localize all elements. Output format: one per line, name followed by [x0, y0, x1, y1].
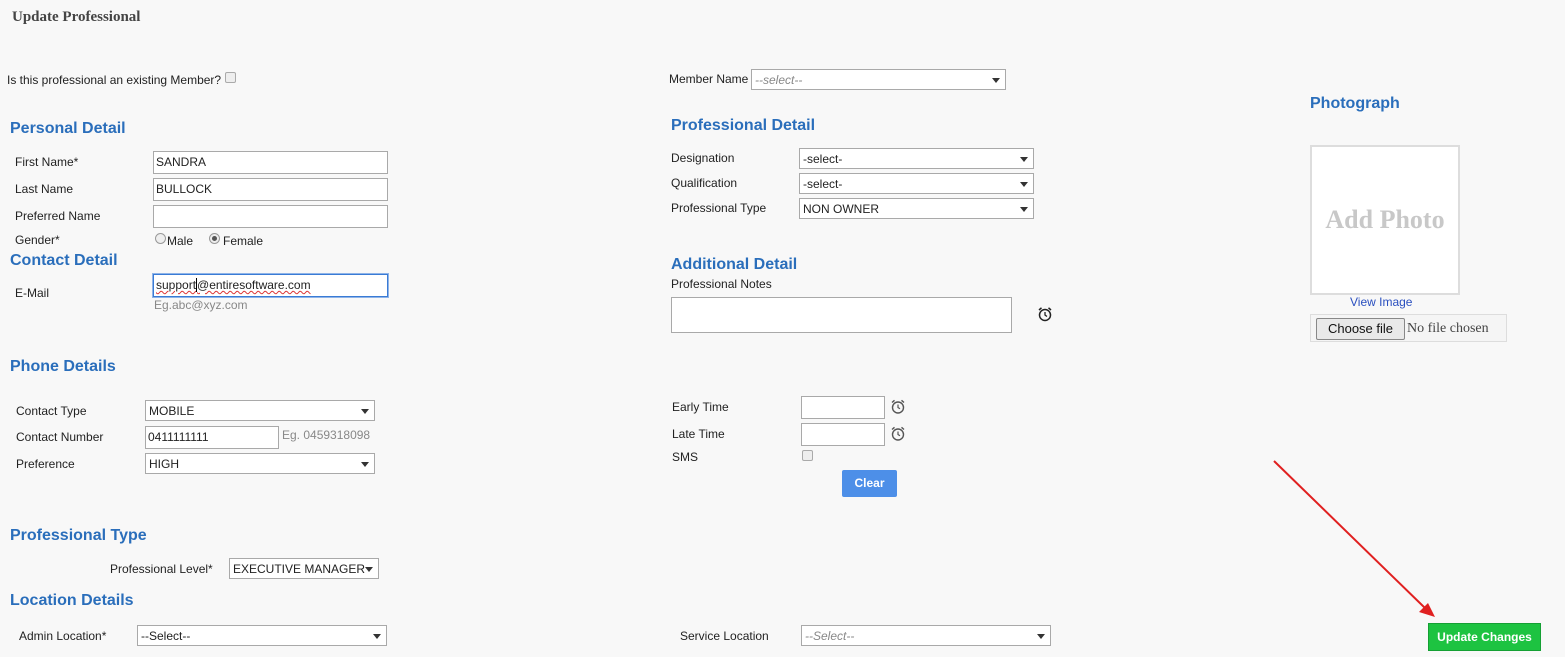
update-changes-button[interactable]: Update Changes	[1428, 623, 1541, 651]
service-location-label: Service Location	[680, 629, 769, 643]
location-details-heading: Location Details	[10, 592, 134, 609]
professional-type-label: Professional Type	[671, 201, 767, 215]
email-input[interactable]: support@entiresoftware.com	[153, 274, 388, 297]
additional-detail-heading: Additional Detail	[671, 256, 798, 273]
early-time-input[interactable]	[801, 396, 885, 419]
preference-value: HIGH	[149, 457, 179, 471]
professional-type-select[interactable]: NON OWNER	[799, 198, 1034, 219]
last-name-label: Last Name	[15, 182, 74, 196]
admin-location-select[interactable]: --Select--	[137, 625, 387, 646]
file-upload[interactable]: Choose file No file chosen	[1310, 314, 1507, 342]
first-name-input[interactable]: SANDRA	[153, 151, 388, 174]
professional-type-heading: Professional Type	[10, 527, 147, 544]
preference-label: Preference	[16, 457, 75, 471]
qualification-select[interactable]: -select-	[799, 173, 1034, 194]
professional-notes-textarea[interactable]	[671, 297, 1012, 333]
annotation-arrow	[1273, 460, 1435, 617]
chevron-down-icon	[1020, 207, 1028, 212]
photo-placeholder: Add Photo	[1310, 145, 1460, 295]
email-hint: Eg.abc@xyz.com	[154, 298, 248, 312]
late-time-input[interactable]	[801, 423, 885, 446]
photograph-heading: Photograph	[1310, 95, 1400, 112]
contact-type-select[interactable]: MOBILE	[145, 400, 375, 421]
designation-select[interactable]: -select-	[799, 148, 1034, 169]
chevron-down-icon	[992, 78, 1000, 83]
qualification-label: Qualification	[671, 176, 738, 190]
sms-checkbox[interactable]	[802, 450, 813, 461]
preference-select[interactable]: HIGH	[145, 453, 375, 474]
professional-type-value: NON OWNER	[803, 202, 879, 216]
professional-level-select[interactable]: EXECUTIVE MANAGER	[229, 558, 379, 579]
gender-male-label: Male	[167, 234, 194, 248]
member-name-value: --select--	[755, 73, 803, 87]
choose-file-button[interactable]: Choose file	[1316, 318, 1405, 340]
contact-number-input[interactable]: 0411111111	[145, 426, 279, 449]
service-location-select[interactable]: --Select--	[801, 625, 1051, 646]
contact-type-label: Contact Type	[16, 404, 87, 418]
contact-number-hint: Eg. 0459318098	[282, 428, 371, 442]
chevron-down-icon	[1037, 634, 1045, 639]
chevron-down-icon	[361, 409, 369, 414]
gender-label: Gender*	[15, 233, 60, 247]
clear-button[interactable]: Clear	[842, 470, 897, 497]
contact-type-value: MOBILE	[149, 404, 195, 418]
chevron-down-icon	[373, 634, 381, 639]
existing-member-checkbox[interactable]	[225, 72, 236, 83]
gender-female-label: Female	[223, 234, 264, 248]
page-title: Update Professional	[12, 9, 141, 25]
email-user: support	[156, 278, 197, 292]
chevron-down-icon	[1020, 182, 1028, 187]
chevron-down-icon	[361, 462, 369, 467]
member-name-select[interactable]: --select--	[751, 69, 1006, 90]
email-label: E-Mail	[15, 286, 50, 300]
chevron-down-icon	[365, 567, 373, 572]
admin-location-label: Admin Location*	[19, 629, 107, 643]
view-image-link[interactable]: View Image	[1350, 295, 1412, 309]
email-domain: @entiresoftware.com	[197, 278, 311, 292]
professional-level-value: EXECUTIVE MANAGER	[233, 562, 366, 576]
contact-number-label: Contact Number	[16, 430, 104, 444]
member-name-label: Member Name	[669, 72, 749, 86]
last-name-input[interactable]: BULLOCK	[153, 178, 388, 201]
add-photo-text: Add Photo	[1325, 205, 1445, 234]
gender-female-radio[interactable]	[209, 233, 220, 244]
gender-male-radio[interactable]	[155, 233, 166, 244]
no-file-chosen-text: No file chosen	[1407, 321, 1489, 336]
alarm-clock-icon[interactable]	[1037, 306, 1053, 322]
early-time-label: Early Time	[672, 400, 729, 414]
sms-label: SMS	[672, 450, 699, 464]
alarm-clock-icon[interactable]	[890, 425, 906, 442]
preferred-name-label: Preferred Name	[15, 209, 101, 223]
professional-level-label: Professional Level*	[110, 562, 213, 576]
preferred-name-input[interactable]	[153, 205, 388, 228]
service-location-value: --Select--	[805, 629, 855, 643]
professional-detail-heading: Professional Detail	[671, 117, 816, 134]
admin-location-value: --Select--	[141, 629, 191, 643]
professional-notes-label: Professional Notes	[671, 277, 772, 291]
chevron-down-icon	[1020, 157, 1028, 162]
existing-member-label: Is this professional an existing Member?	[7, 73, 222, 87]
personal-detail-heading: Personal Detail	[10, 120, 126, 137]
designation-value: -select-	[803, 152, 843, 166]
first-name-label: First Name*	[15, 155, 79, 169]
alarm-clock-icon[interactable]	[890, 398, 906, 415]
phone-details-heading: Phone Details	[10, 358, 116, 375]
late-time-label: Late Time	[672, 427, 725, 441]
designation-label: Designation	[671, 151, 735, 165]
qualification-value: -select-	[803, 177, 843, 191]
contact-detail-heading: Contact Detail	[10, 252, 118, 269]
